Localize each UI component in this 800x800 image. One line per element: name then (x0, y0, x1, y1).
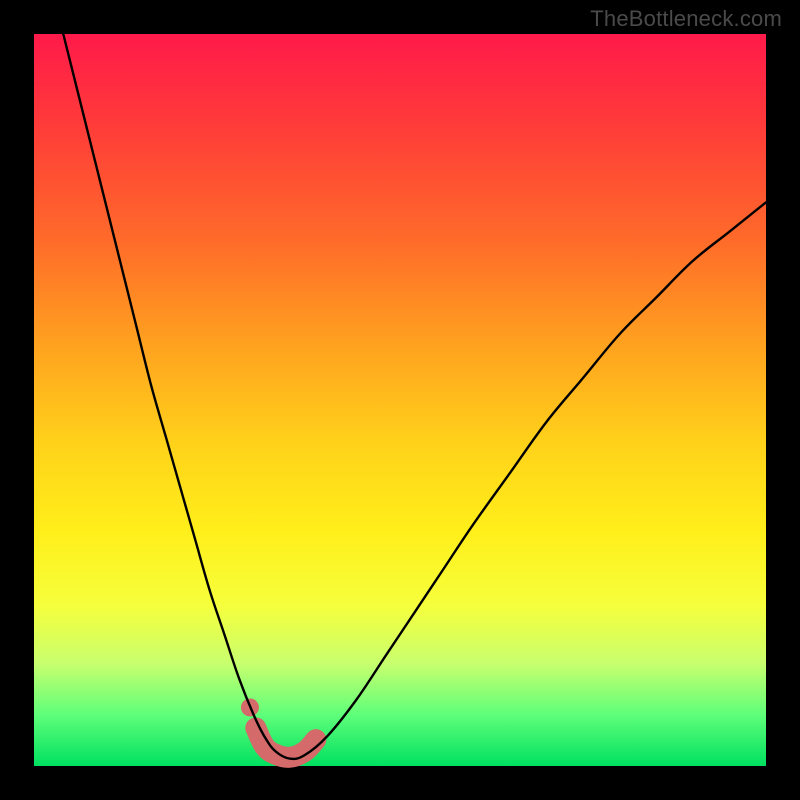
curve-layer (34, 34, 766, 766)
bottleneck-curve (63, 34, 766, 759)
plot-area (34, 34, 766, 766)
highlight-segment (241, 698, 316, 757)
chart-stage: TheBottleneck.com (0, 0, 800, 800)
watermark-text: TheBottleneck.com (590, 6, 782, 32)
